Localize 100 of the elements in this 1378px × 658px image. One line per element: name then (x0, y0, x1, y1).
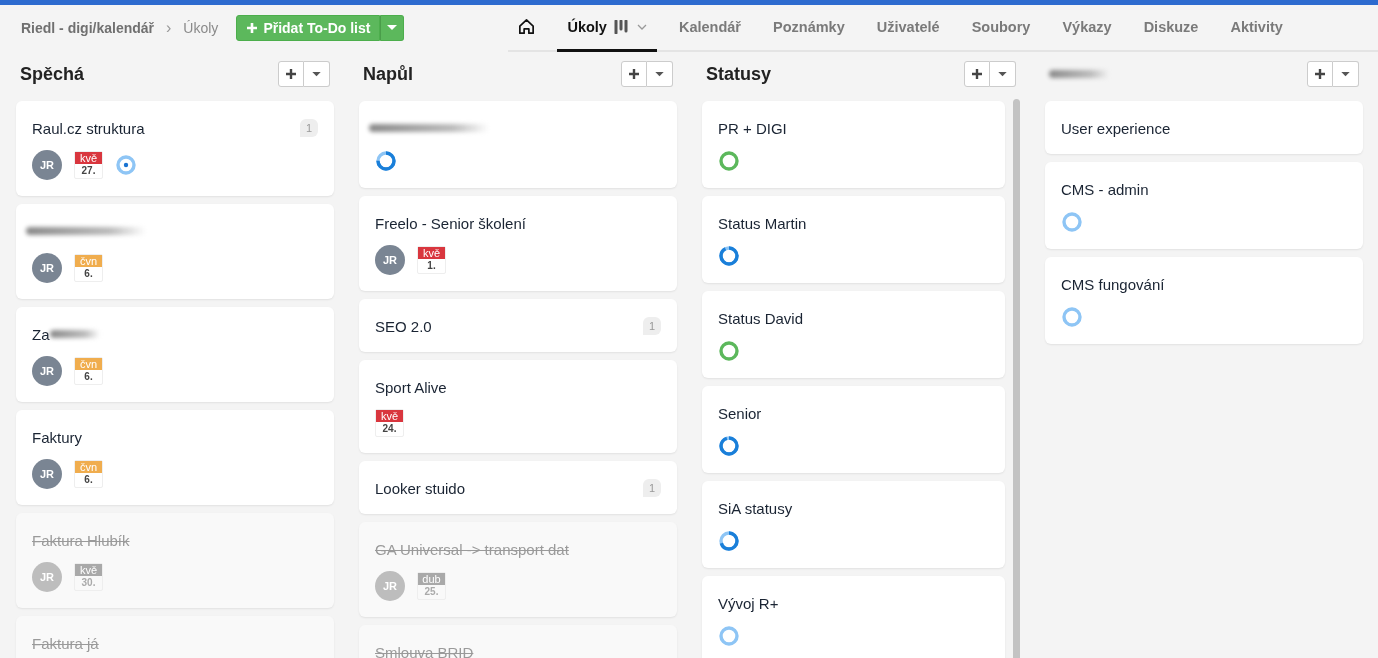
task-card[interactable]: Looker stuido 1 (359, 461, 677, 514)
plus-icon (285, 68, 297, 80)
nav-tab[interactable]: Diskuze (1133, 4, 1209, 52)
plus-icon (971, 68, 983, 80)
task-title: Status Martin (718, 214, 807, 232)
comment-count: 1 (642, 479, 661, 497)
task-card[interactable]: User experience (1045, 101, 1363, 154)
task-title: Sport Alive (375, 378, 447, 396)
task-card[interactable]: CMS - admin (1045, 162, 1363, 249)
task-card[interactable]: Vývoj R+ (702, 576, 1005, 658)
task-card[interactable]: Raul.cz struktura 1 JR kvě 27. (16, 101, 334, 196)
column-title: Statusy (706, 63, 772, 85)
task-title: Faktura Hlubík (32, 531, 130, 549)
add-task-button[interactable] (1307, 61, 1333, 87)
nav-tab[interactable]: Poznámky (763, 4, 855, 52)
dropdown-button[interactable] (380, 15, 405, 41)
due-month: kvě (75, 564, 102, 576)
due-day: 6. (75, 473, 102, 487)
due-month: kvě (418, 247, 445, 259)
plus-icon (628, 68, 640, 80)
task-title: CMS fungování (1061, 275, 1165, 293)
comment-count: 1 (299, 119, 318, 137)
column-menu-button[interactable] (1333, 61, 1359, 87)
assignee-avatar: JR (375, 245, 405, 275)
task-title: Status David (718, 309, 804, 327)
due-month: čvn (75, 461, 102, 473)
due-month: kvě (376, 410, 403, 422)
caret-icon (998, 71, 1007, 77)
target-icon (115, 154, 137, 176)
progress-ring-icon (718, 625, 740, 647)
progress-ring-icon (375, 150, 397, 172)
scrollbar[interactable] (1013, 99, 1020, 658)
due-day: 6. (75, 267, 102, 281)
task-title: Za (32, 325, 50, 343)
caret-icon (387, 25, 398, 31)
comment-count: 1 (642, 317, 661, 335)
due-day: 1. (418, 259, 445, 273)
breadcrumb-current: Úkoly (183, 20, 219, 36)
task-card[interactable]: PR + DIGI (702, 101, 1005, 188)
project-link[interactable]: Riedl - digi/kalendář (21, 20, 155, 36)
task-title: PR + DIGI (718, 119, 787, 137)
due-day: 25. (418, 585, 445, 599)
task-card[interactable]: JR čvn 6. (16, 204, 334, 299)
column-menu-button[interactable] (990, 61, 1016, 87)
nav-tab[interactable]: Kalendář (668, 4, 751, 52)
task-title: User experience (1061, 119, 1171, 137)
assignee-avatar: JR (32, 150, 62, 180)
progress-ring-icon (718, 530, 740, 552)
caret-icon (1341, 71, 1350, 77)
add-task-button[interactable] (621, 61, 647, 87)
home-icon (517, 17, 537, 36)
task-card[interactable]: SiA statusy (702, 481, 1005, 568)
due-day: 30. (75, 576, 102, 590)
column-menu-button[interactable] (647, 61, 673, 87)
task-card[interactable]: Freelo - Senior školení JR kvě 1. (359, 196, 677, 291)
caret-icon (312, 71, 321, 77)
task-card[interactable]: Status David (702, 291, 1005, 378)
task-card[interactable]: Senior (702, 386, 1005, 473)
breadcrumb-separator: › (166, 19, 172, 37)
task-title: Raul.cz struktura (32, 119, 145, 137)
task-title: Faktura já (32, 634, 99, 652)
due-month: čvn (75, 255, 102, 267)
nav-tab[interactable]: Výkazy (1052, 4, 1122, 52)
add-task-button[interactable] (964, 61, 990, 87)
task-title: GA Universal -> transport dat (375, 540, 569, 558)
board-view-icon (613, 19, 630, 34)
task-card[interactable]: CMS fungování (1045, 257, 1363, 344)
task-card[interactable]: Sport Alive kvě 24. (359, 360, 677, 453)
column-title: Spěchá (20, 63, 85, 85)
due-day: 27. (75, 164, 102, 178)
nav-tab[interactable]: Úkoly (557, 4, 657, 52)
task-title: Senior (718, 404, 762, 422)
progress-ring-icon (1061, 306, 1083, 328)
nav-tab[interactable]: Uživatelé (866, 4, 950, 52)
progress-ring-icon (718, 245, 740, 267)
add-task-button[interactable] (278, 61, 304, 87)
assignee-avatar: JR (32, 562, 62, 592)
task-title: Smlouva BRID (375, 643, 474, 658)
due-day: 24. (376, 422, 403, 436)
nav-tab[interactable]: Aktivity (1220, 4, 1293, 52)
nav-tab[interactable]: Soubory (961, 4, 1041, 52)
due-month: kvě (75, 152, 102, 164)
task-card[interactable]: SEO 2.0 1 (359, 299, 677, 352)
task-title: SEO 2.0 (375, 317, 432, 335)
progress-ring-icon (718, 150, 740, 172)
assignee-avatar: JR (32, 459, 62, 489)
caret-icon (655, 71, 664, 77)
column-menu-button[interactable] (304, 61, 330, 87)
assignee-avatar: JR (32, 253, 62, 283)
task-card[interactable]: Status Martin (702, 196, 1005, 283)
due-month: dub (418, 573, 445, 585)
assignee-avatar: JR (32, 356, 62, 386)
task-card[interactable]: Faktury JR čvn 6. (16, 410, 334, 505)
task-title: Faktury (32, 428, 82, 446)
plus-icon (246, 22, 259, 34)
task-card[interactable]: Za JR čvn 6. (16, 307, 334, 402)
plus-icon (1314, 68, 1326, 80)
task-title: Freelo - Senior školení (375, 214, 526, 232)
task-title: Vývoj R+ (718, 594, 779, 612)
task-title: SiA statusy (718, 499, 793, 517)
